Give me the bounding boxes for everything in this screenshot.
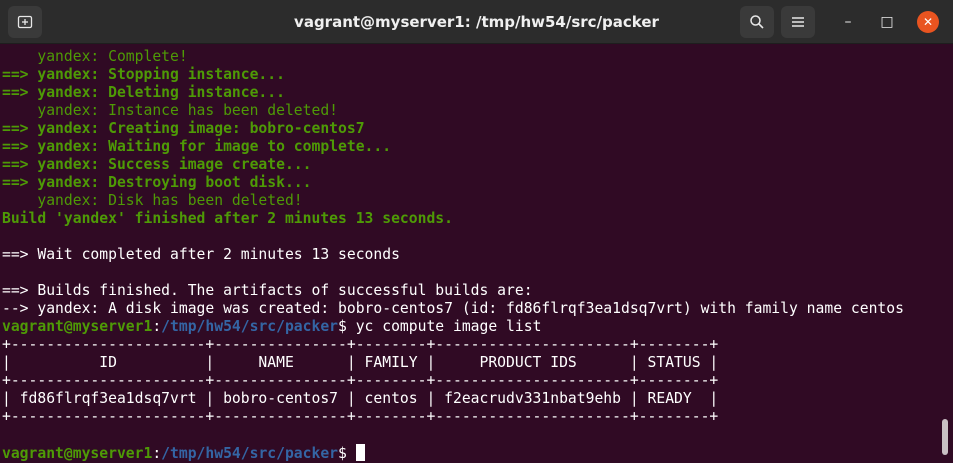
text-cursor — [355, 444, 365, 461]
hamburger-menu-icon — [792, 17, 804, 27]
terminal-output[interactable]: yandex: Complete! ==> yandex: Stopping in… — [0, 44, 953, 463]
terminal-line: ==> yandex: Destroying boot disk... — [2, 174, 904, 192]
close-button[interactable]: ✕ — [917, 11, 939, 33]
terminal-segment: : — [152, 445, 162, 462]
terminal-line: vagrant@myserver1:/tmp/hw54/src/packer$ — [2, 444, 904, 462]
terminal-segment: yandex: Disk has been deleted! — [2, 192, 303, 209]
terminal-line: yandex: Complete! — [2, 48, 904, 66]
terminal-segment: $ — [338, 445, 356, 462]
terminal-segment: +----------------------+---------------+… — [2, 408, 719, 425]
terminal-segment: | fd86flrqf3ea1dsq7vrt | bobro-centos7 |… — [2, 390, 719, 407]
terminal-line: | ID | NAME | FAMILY | PRODUCT IDS | STA… — [2, 354, 904, 372]
terminal-segment: ==> yandex: Deleting instance... — [2, 84, 285, 101]
minimize-icon: – — [844, 14, 852, 30]
terminal-segment: : — [152, 318, 162, 335]
terminal-line: +----------------------+---------------+… — [2, 408, 904, 426]
terminal-segment: +----------------------+---------------+… — [2, 336, 719, 353]
terminal-segment: ==> Wait completed after 2 minutes 13 se… — [2, 246, 400, 263]
scrollbar[interactable] — [942, 419, 948, 455]
terminal-window: vagrant@myserver1: /tmp/hw54/src/packer … — [0, 0, 953, 463]
terminal-line: ==> yandex: Waiting for image to complet… — [2, 138, 904, 156]
terminal-line: | fd86flrqf3ea1dsq7vrt | bobro-centos7 |… — [2, 390, 904, 408]
terminal-segment: ==> yandex: Creating image: bobro-centos… — [2, 120, 365, 137]
terminal-line: ==> Builds finished. The artifacts of su… — [2, 282, 904, 300]
close-icon: ✕ — [922, 15, 934, 29]
terminal-segment: --> yandex: A disk image was created: bo… — [2, 300, 904, 317]
terminal-segment: ==> yandex: Destroying boot disk... — [2, 174, 312, 191]
terminal-text: yandex: Complete! ==> yandex: Stopping in… — [2, 48, 904, 462]
terminal-line: ==> yandex: Deleting instance... — [2, 84, 904, 102]
terminal-line: yandex: Disk has been deleted! — [2, 192, 904, 210]
terminal-segment: $ yc compute image list — [338, 318, 542, 335]
maximize-icon: □ — [880, 14, 894, 30]
terminal-segment: ==> yandex: Stopping instance... — [2, 66, 285, 83]
maximize-button[interactable]: □ — [876, 11, 898, 33]
terminal-segment: vagrant@myserver1 — [2, 318, 153, 335]
terminal-segment: vagrant@myserver1 — [2, 445, 153, 462]
menu-button[interactable] — [781, 6, 815, 38]
search-button[interactable] — [740, 6, 774, 38]
terminal-segment: +----------------------+---------------+… — [2, 372, 719, 389]
terminal-line: vagrant@myserver1:/tmp/hw54/src/packer$ … — [2, 318, 904, 336]
terminal-line: +----------------------+---------------+… — [2, 372, 904, 390]
terminal-line: --> yandex: A disk image was created: bo… — [2, 300, 904, 318]
new-tab-icon — [17, 15, 33, 29]
terminal-segment: ==> Builds finished. The artifacts of su… — [2, 282, 533, 299]
new-tab-button[interactable] — [8, 6, 42, 38]
terminal-segment: ==> yandex: Success image create... — [2, 156, 312, 173]
terminal-segment: ==> yandex: Waiting for image to complet… — [2, 138, 392, 155]
terminal-line: ==> yandex: Success image create... — [2, 156, 904, 174]
minimize-button[interactable]: – — [837, 11, 859, 33]
terminal-segment: | ID | NAME | FAMILY | PRODUCT IDS | STA… — [2, 354, 719, 371]
terminal-line: Build 'yandex' finished after 2 minutes … — [2, 210, 904, 228]
terminal-segment: Build 'yandex' finished after 2 minutes … — [2, 210, 453, 227]
terminal-line: yandex: Instance has been deleted! — [2, 102, 904, 120]
terminal-segment: yandex: Complete! — [2, 48, 188, 65]
terminal-line: ==> yandex: Creating image: bobro-centos… — [2, 120, 904, 138]
terminal-segment: yandex: Instance has been deleted! — [2, 102, 339, 119]
search-icon — [750, 15, 764, 29]
terminal-line: +----------------------+---------------+… — [2, 336, 904, 354]
title-bar: vagrant@myserver1: /tmp/hw54/src/packer … — [0, 0, 953, 44]
terminal-line: ==> yandex: Stopping instance... — [2, 66, 904, 84]
terminal-line: ==> Wait completed after 2 minutes 13 se… — [2, 246, 904, 264]
terminal-segment: /tmp/hw54/src/packer — [161, 318, 339, 335]
terminal-segment: /tmp/hw54/src/packer — [161, 445, 339, 462]
